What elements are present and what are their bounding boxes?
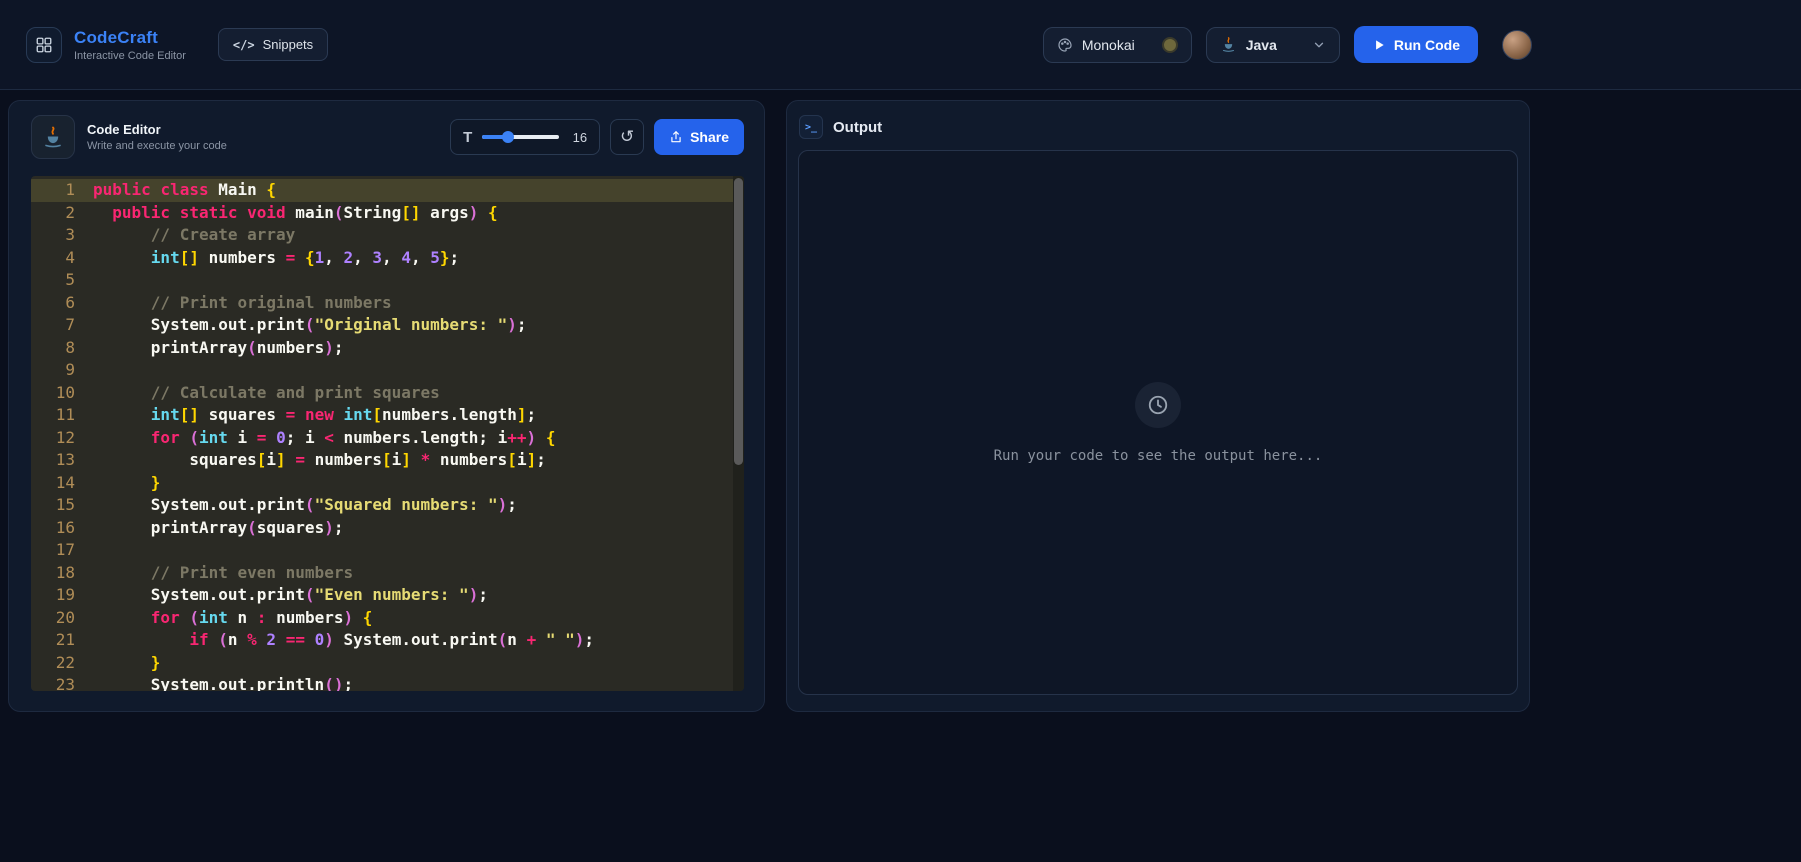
line-number: 1: [65, 180, 75, 199]
line-number: 14: [55, 472, 75, 492]
code-icon: </>: [232, 37, 255, 52]
code-line[interactable]: 4 int[] numbers = {1, 2, 3, 4, 5};: [31, 247, 744, 270]
snippets-label: Snippets: [262, 37, 314, 52]
code-line[interactable]: 21 if (n % 2 == 0) System.out.print(n + …: [31, 629, 744, 652]
line-number: 8: [65, 337, 75, 357]
line-number: 12: [55, 427, 75, 447]
line-number: 7: [65, 315, 75, 334]
chevron-down-icon: [1312, 38, 1326, 52]
share-icon: [669, 130, 683, 144]
line-number: 15: [55, 495, 75, 514]
share-button[interactable]: Share: [654, 119, 744, 155]
code-editor[interactable]: 1 public class Main {2 public static void…: [31, 176, 744, 691]
reset-button[interactable]: ↺: [610, 119, 645, 155]
app-header: CodeCraft Interactive Code Editor </> Sn…: [0, 0, 1801, 90]
line-number: 11: [55, 405, 75, 424]
line-number: 19: [55, 585, 75, 604]
code-line[interactable]: 14 }: [31, 472, 744, 495]
code-line[interactable]: 13 squares[i] = numbers[i] * numbers[i];: [31, 449, 744, 472]
font-size-slider[interactable]: [482, 131, 559, 143]
font-size-value: 16: [572, 129, 588, 145]
language-label: Java: [1245, 36, 1277, 53]
line-number: 5: [65, 270, 75, 289]
terminal-icon: >_: [799, 115, 823, 139]
line-number: 20: [55, 607, 75, 627]
code-line[interactable]: 6 // Print original numbers: [31, 292, 744, 315]
main-content: Code Editor Write and execute your code …: [0, 90, 1801, 712]
clock-icon: [1135, 381, 1181, 428]
output-panel: >_ Output Run your code to see the outpu…: [786, 100, 1530, 712]
line-number: 16: [55, 517, 75, 537]
snippets-button[interactable]: </> Snippets: [217, 28, 329, 61]
code-line[interactable]: 18 // Print even numbers: [31, 562, 744, 585]
editor-title: Code Editor: [87, 122, 161, 137]
java-language-icon: [31, 115, 75, 159]
output-placeholder: Run your code to see the output here...: [993, 447, 1323, 464]
line-number: 4: [65, 247, 75, 267]
share-label: Share: [690, 129, 729, 145]
line-number: 21: [55, 630, 75, 649]
code-line[interactable]: 23 System.out.println();: [31, 674, 744, 691]
code-line[interactable]: 12 for (int i = 0; i < numbers.length; i…: [31, 427, 744, 450]
run-code-button[interactable]: Run Code: [1353, 26, 1478, 63]
editor-panel: Code Editor Write and execute your code …: [8, 100, 765, 712]
code-line[interactable]: 19 System.out.print("Even numbers: ");: [31, 584, 744, 607]
line-number: 10: [55, 382, 75, 402]
java-icon: [1220, 36, 1237, 53]
theme-label: Monokai: [1081, 36, 1135, 53]
font-size-icon: T: [463, 128, 473, 146]
code-line[interactable]: 7 System.out.print("Original numbers: ")…: [31, 314, 744, 337]
theme-swatch: [1161, 36, 1178, 53]
line-number: 18: [55, 562, 75, 582]
code-line[interactable]: 22 }: [31, 652, 744, 675]
editor-scrollbar: [733, 176, 744, 691]
code-line[interactable]: 16 printArray(squares);: [31, 517, 744, 540]
line-number: 13: [55, 450, 75, 469]
font-size-slider-thumb[interactable]: [501, 131, 514, 143]
app-subtitle: Interactive Code Editor: [74, 49, 186, 62]
line-number: 2: [65, 202, 75, 222]
code-line[interactable]: 5: [31, 269, 744, 292]
font-size-control: T 16: [450, 119, 601, 155]
code-line[interactable]: 15 System.out.print("Squared numbers: ")…: [31, 494, 744, 517]
code-line[interactable]: 2 public static void main(String[] args)…: [31, 202, 744, 225]
code-line[interactable]: 10 // Calculate and print squares: [31, 382, 744, 405]
app-title: CodeCraft: [74, 27, 158, 47]
editor-subtitle: Write and execute your code: [87, 140, 227, 152]
code-line[interactable]: 11 int[] squares = new int[numbers.lengt…: [31, 404, 744, 427]
theme-selector[interactable]: Monokai: [1042, 26, 1192, 63]
code-line[interactable]: 17: [31, 539, 744, 562]
code-line[interactable]: 3 // Create array: [31, 224, 744, 247]
play-icon: [1372, 38, 1386, 52]
line-number: 6: [65, 292, 75, 312]
line-number: 23: [55, 675, 75, 691]
reset-icon: ↺: [619, 127, 635, 146]
language-selector[interactable]: Java: [1205, 26, 1340, 63]
output-box: Run your code to see the output here...: [798, 150, 1518, 695]
code-line[interactable]: 1 public class Main {: [31, 179, 744, 202]
code-line[interactable]: 20 for (int n : numbers) {: [31, 607, 744, 630]
line-number: 9: [65, 360, 75, 379]
run-code-label: Run Code: [1393, 36, 1460, 53]
line-number: 3: [65, 225, 75, 244]
line-number: 17: [55, 540, 75, 559]
grid-icon: [35, 36, 53, 54]
scrollbar-thumb[interactable]: [734, 178, 743, 465]
line-number: 22: [55, 652, 75, 672]
code-line[interactable]: 9: [31, 359, 744, 382]
code-lines: 1 public class Main {2 public static void…: [31, 179, 744, 691]
output-title: Output: [833, 118, 883, 136]
app-logo: [26, 26, 62, 63]
avatar[interactable]: [1502, 29, 1532, 60]
code-line[interactable]: 8 printArray(numbers);: [31, 337, 744, 360]
palette-icon: [1057, 37, 1073, 53]
